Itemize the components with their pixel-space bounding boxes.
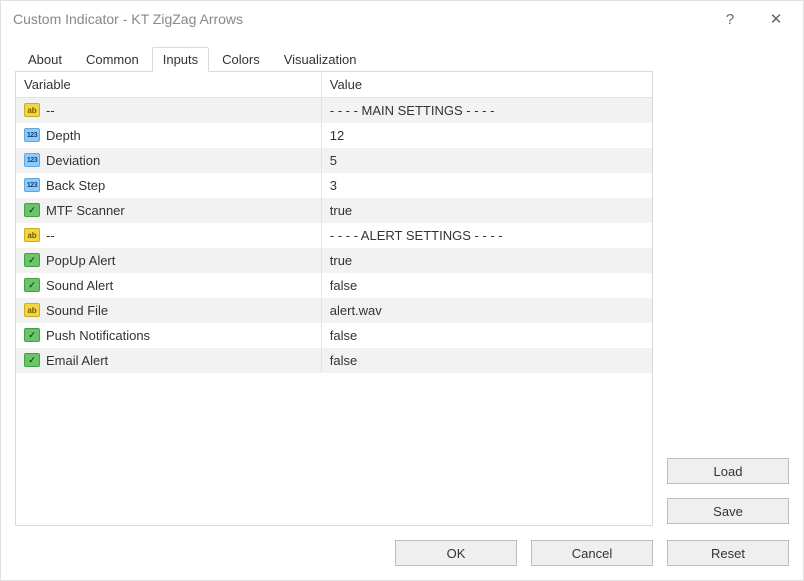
variable-name: Back Step [46,178,105,193]
cancel-button[interactable]: Cancel [531,540,653,566]
close-icon[interactable]: ✕ [753,3,799,35]
save-button[interactable]: Save [667,498,789,524]
table-row[interactable]: 123 Depth 12 [16,123,652,148]
variable-cell: 123 Deviation [16,148,321,173]
value-cell[interactable]: true [321,198,652,223]
123-type-icon: 123 [24,153,40,167]
tab-about[interactable]: About [17,47,73,72]
variable-cell: ab -- [16,223,321,248]
variable-name: Sound Alert [46,278,113,293]
value-cell[interactable]: - - - - MAIN SETTINGS - - - - [321,98,652,123]
table-row[interactable]: ✓ Sound Alert false [16,273,652,298]
table-row[interactable]: ✓ Push Notifications false [16,323,652,348]
variable-cell: ✓ Email Alert [16,348,321,373]
table-row[interactable]: 123 Deviation 5 [16,148,652,173]
table-row[interactable]: ab Sound File alert.wav [16,298,652,323]
bool-type-icon: ✓ [24,203,40,217]
value-cell[interactable]: false [321,323,652,348]
variable-name: MTF Scanner [46,203,125,218]
variable-name: Deviation [46,153,100,168]
reset-button[interactable]: Reset [667,540,789,566]
variable-cell: ✓ PopUp Alert [16,248,321,273]
table-row[interactable]: ab -- - - - - MAIN SETTINGS - - - - [16,98,652,123]
variable-name: -- [46,228,55,243]
value-cell[interactable]: 12 [321,123,652,148]
inputs-table: Variable Value ab -- - - - - MAIN SETTINGS… [15,71,653,526]
variable-name: -- [46,103,55,118]
variable-name: Sound File [46,303,108,318]
variable-cell: ✓ Sound Alert [16,273,321,298]
variable-cell: ✓ Push Notifications [16,323,321,348]
123-type-icon: 123 [24,128,40,142]
variable-name: PopUp Alert [46,253,115,268]
col-header-value[interactable]: Value [321,72,652,98]
footer-button-group: OK Cancel Reset [15,526,789,566]
variable-cell: 123 Depth [16,123,321,148]
ab-type-icon: ab [24,303,40,317]
value-cell[interactable]: - - - - ALERT SETTINGS - - - - [321,223,652,248]
bool-type-icon: ✓ [24,353,40,367]
tab-strip: AboutCommonInputsColorsVisualization [15,47,789,72]
dialog-body: AboutCommonInputsColorsVisualization Var… [1,37,803,580]
tab-visualization[interactable]: Visualization [273,47,368,72]
table-row[interactable]: 123 Back Step 3 [16,173,652,198]
variable-cell: 123 Back Step [16,173,321,198]
123-type-icon: 123 [24,178,40,192]
variable-name: Email Alert [46,353,108,368]
tab-colors[interactable]: Colors [211,47,271,72]
table-row[interactable]: ✓ MTF Scanner true [16,198,652,223]
value-cell[interactable]: alert.wav [321,298,652,323]
variable-name: Push Notifications [46,328,150,343]
variable-cell: ab Sound File [16,298,321,323]
value-cell[interactable]: 5 [321,148,652,173]
table-row[interactable]: ✓ Email Alert false [16,348,652,373]
help-icon[interactable]: ? [707,3,753,35]
table-row[interactable]: ab -- - - - - ALERT SETTINGS - - - - [16,223,652,248]
bool-type-icon: ✓ [24,278,40,292]
value-cell[interactable]: false [321,273,652,298]
ab-type-icon: ab [24,103,40,117]
window-title: Custom Indicator - KT ZigZag Arrows [13,11,707,27]
value-cell[interactable]: true [321,248,652,273]
value-cell[interactable]: 3 [321,173,652,198]
main-pane: Variable Value ab -- - - - - MAIN SETTINGS… [15,71,789,526]
tab-inputs[interactable]: Inputs [152,47,209,72]
bool-type-icon: ✓ [24,328,40,342]
col-header-variable[interactable]: Variable [16,72,321,98]
dialog-window: Custom Indicator - KT ZigZag Arrows ? ✕ … [0,0,804,581]
ab-type-icon: ab [24,228,40,242]
titlebar: Custom Indicator - KT ZigZag Arrows ? ✕ [1,1,803,37]
tab-common[interactable]: Common [75,47,150,72]
table-row[interactable]: ✓ PopUp Alert true [16,248,652,273]
side-button-group: Load Save [667,71,789,526]
load-button[interactable]: Load [667,458,789,484]
bool-type-icon: ✓ [24,253,40,267]
variable-cell: ab -- [16,98,321,123]
variable-name: Depth [46,128,81,143]
ok-button[interactable]: OK [395,540,517,566]
value-cell[interactable]: false [321,348,652,373]
variable-cell: ✓ MTF Scanner [16,198,321,223]
